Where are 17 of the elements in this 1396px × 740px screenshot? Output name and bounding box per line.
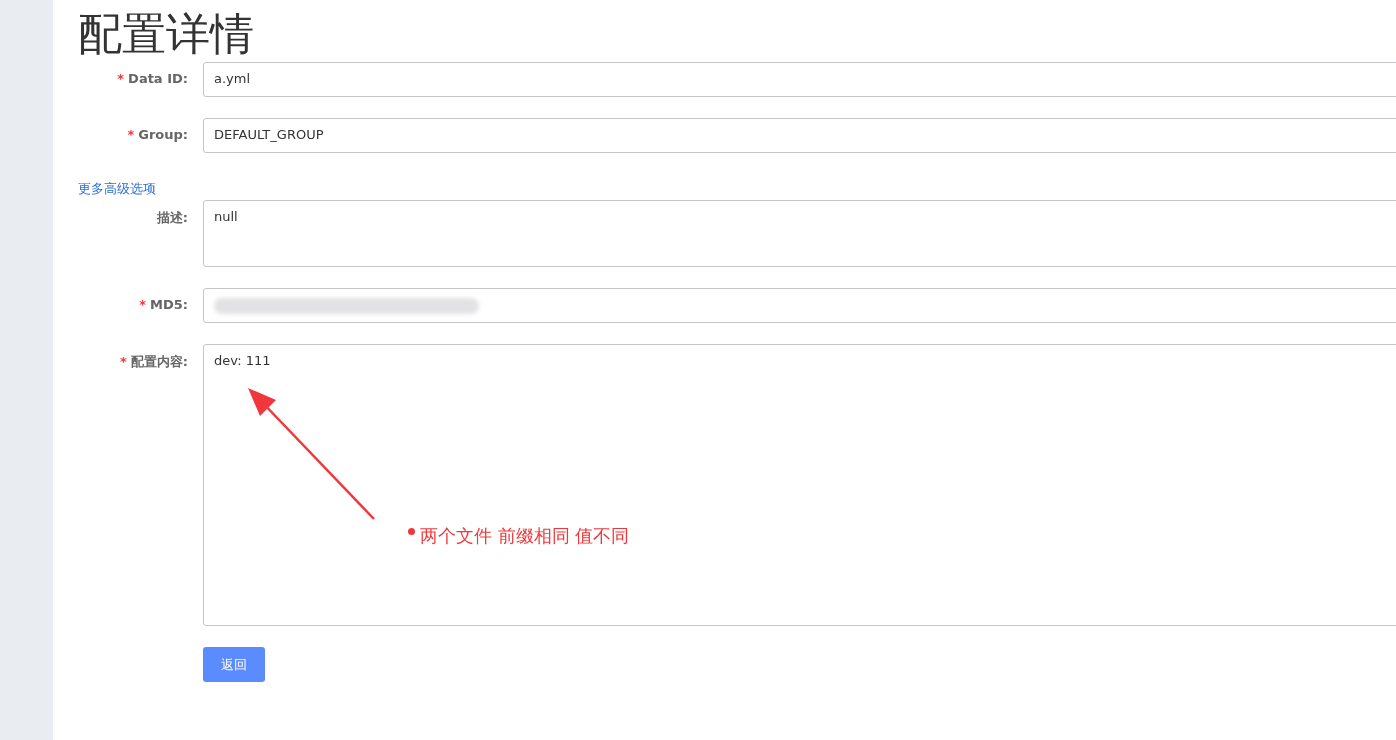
input-field[interactable]: DEFAULT_GROUP	[203, 118, 1396, 153]
textarea-field[interactable]: null	[203, 200, 1396, 267]
field-label: MD5:	[150, 297, 188, 312]
field-label: Group:	[138, 127, 188, 142]
advanced-options-link[interactable]: 更多高级选项	[78, 180, 156, 198]
page-title: 配置详情	[78, 7, 255, 61]
required-mark: *	[139, 297, 146, 312]
required-mark: *	[120, 354, 127, 369]
field-label: Data ID:	[128, 71, 188, 86]
field-label: 描述:	[156, 210, 188, 225]
annotation-text: 两个文件 前缀相同 值不同	[420, 524, 630, 548]
input-field[interactable]	[203, 288, 1396, 323]
required-mark: *	[127, 127, 135, 142]
input-field[interactable]: a.yml	[203, 62, 1396, 97]
required-mark: *	[117, 71, 125, 86]
bullet-dot	[408, 528, 415, 535]
field-label: 配置内容:	[130, 354, 188, 369]
